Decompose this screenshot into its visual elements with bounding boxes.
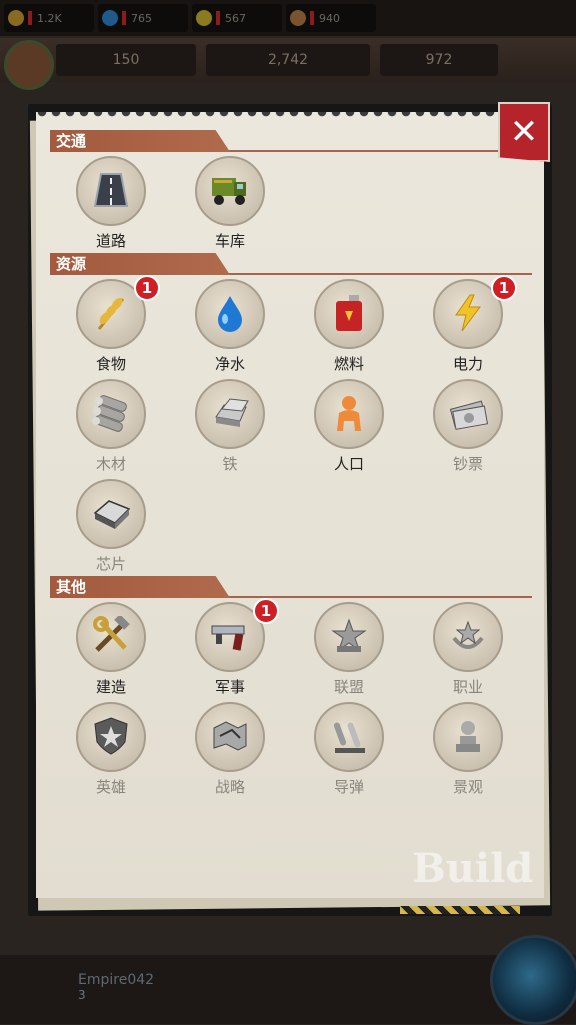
item-label: 建造: [95, 678, 126, 696]
person-icon: [329, 393, 369, 433]
item-label: 芯片: [95, 555, 126, 573]
item-label: 净水: [214, 355, 245, 373]
power-counter: 2,742: [206, 44, 370, 76]
lightning-icon: [196, 10, 212, 26]
close-button[interactable]: ✕: [498, 102, 550, 162]
hazard-stripes: [400, 906, 520, 914]
fuel-can-icon: [329, 293, 369, 333]
item-label: 食物: [95, 355, 126, 373]
section-header: 资源: [50, 253, 532, 275]
alliance-star-icon: [329, 616, 369, 656]
section-header: 其他: [50, 576, 532, 598]
item-label: 职业: [452, 678, 483, 696]
build-category-item[interactable]: 景观: [413, 702, 523, 796]
resource-value: 940: [319, 11, 340, 25]
banknotes-icon: [448, 393, 489, 433]
world-map-icon[interactable]: [490, 935, 576, 1025]
item-label: 铁: [222, 455, 238, 473]
tools-icon: [91, 614, 131, 656]
wheat-icon: [8, 10, 24, 26]
cash-counter: 972: [380, 44, 498, 76]
item-label: 战略: [214, 778, 245, 796]
resource-value: 765: [131, 11, 152, 25]
player-name: Empire042: [78, 972, 155, 988]
resource-value: 567: [225, 11, 246, 25]
player-level: 3: [78, 988, 86, 1002]
resource-food: 1.2K: [4, 4, 94, 32]
profession-emblem-icon: [448, 616, 488, 656]
logs-icon: [91, 393, 131, 433]
build-category-item[interactable]: 人口: [294, 379, 404, 473]
resource-topbar: 1.2K 765 567 940: [0, 0, 576, 36]
build-category-item[interactable]: 联盟: [294, 602, 404, 696]
player-info[interactable]: Empire042 3: [78, 972, 154, 1002]
resource-value: 1.2K: [37, 11, 62, 25]
missile-icon: [329, 716, 369, 756]
notification-badge: 1: [134, 275, 160, 301]
build-category-item[interactable]: 职业: [413, 602, 523, 696]
item-label: 车库: [214, 232, 245, 250]
strategy-map-icon: [210, 716, 250, 756]
water-drop-icon: [210, 293, 250, 333]
section-header: 交通: [50, 130, 532, 152]
item-label: 木材: [95, 455, 126, 473]
item-label: 钞票: [452, 455, 483, 473]
item-label: 人口: [333, 455, 364, 473]
build-category-item[interactable]: 英雄: [56, 702, 166, 796]
monument-icon: [448, 716, 488, 756]
truck-icon: [210, 170, 250, 210]
build-category-item[interactable]: 铁: [175, 379, 285, 473]
item-label: 英雄: [95, 778, 126, 796]
build-category-item[interactable]: 车库: [175, 156, 285, 250]
build-category-item[interactable]: 净水: [175, 279, 285, 373]
build-category-item[interactable]: 芯片: [56, 479, 166, 573]
gun-icon: [210, 616, 250, 656]
hero-badge-icon: [91, 716, 131, 756]
build-category-item[interactable]: 战略: [175, 702, 285, 796]
iron-ingot-icon: [210, 393, 250, 433]
log-icon: [290, 10, 306, 26]
item-label: 导弹: [333, 778, 364, 796]
build-category-item[interactable]: 钞票: [413, 379, 523, 473]
water-icon: [102, 10, 118, 26]
build-category-item[interactable]: 食物 1: [56, 275, 166, 373]
wheat-icon: [91, 293, 131, 333]
resource-power: 567: [192, 4, 282, 32]
section-title: 资源: [50, 253, 230, 275]
resource-water: 765: [98, 4, 188, 32]
item-label: 景观: [452, 778, 483, 796]
population-counter: 150: [56, 44, 196, 76]
lightning-icon: [448, 293, 488, 333]
item-label: 军事: [214, 678, 245, 696]
build-category-item[interactable]: 道路: [56, 156, 166, 250]
notification-badge: 1: [491, 275, 517, 301]
road-icon: [91, 170, 131, 210]
item-label: 燃料: [333, 355, 364, 373]
build-category-item[interactable]: 木材: [56, 379, 166, 473]
build-category-item[interactable]: 建造: [56, 602, 166, 696]
perforation: [36, 112, 544, 120]
item-label: 道路: [95, 232, 126, 250]
resource-wood: 940: [286, 4, 376, 32]
item-label: 联盟: [333, 678, 364, 696]
item-label: 电力: [452, 355, 483, 373]
section-title: 其他: [50, 576, 230, 598]
build-category-item[interactable]: 燃料: [294, 279, 404, 373]
build-category-item[interactable]: 军事 1: [175, 598, 285, 696]
avatar[interactable]: [4, 40, 54, 90]
build-watermark: Build: [412, 845, 534, 892]
notification-badge: 1: [253, 598, 279, 624]
section-title: 交通: [50, 130, 230, 152]
chip-icon: [91, 493, 131, 533]
build-category-item[interactable]: 导弹: [294, 702, 404, 796]
build-category-item[interactable]: 电力 1: [413, 275, 523, 373]
close-icon: ✕: [509, 112, 539, 152]
